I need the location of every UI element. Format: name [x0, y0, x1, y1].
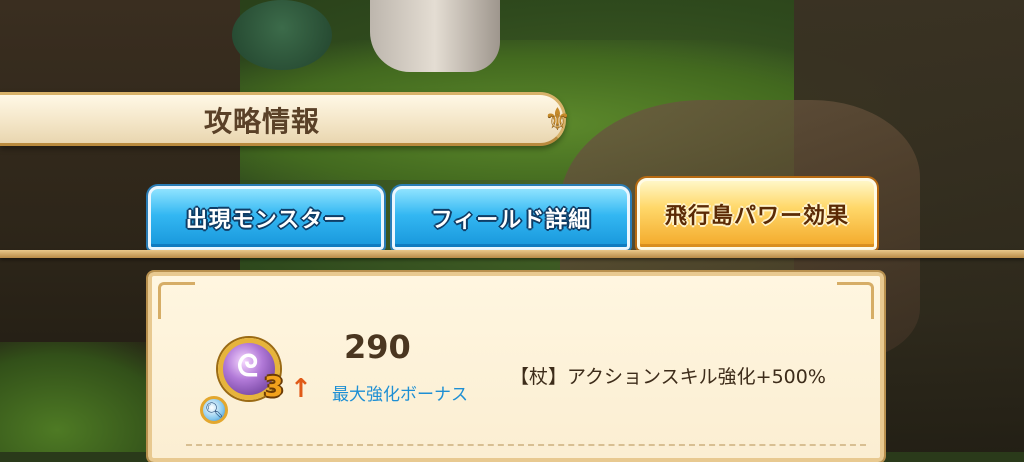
- tab-divider: [0, 250, 1024, 258]
- power-value: 290: [344, 328, 411, 366]
- tower-decoration: [370, 0, 500, 72]
- max-bonus-label: 最大強化ボーナス: [332, 385, 468, 405]
- fleur-ornament-icon: ⚜: [544, 102, 571, 137]
- tab-field-details[interactable]: フィールド詳細: [392, 186, 630, 250]
- staff-emblem[interactable]: ᘓ 3 ↑ 🔍︎: [196, 334, 316, 434]
- tab-monsters[interactable]: 出現モンスター: [148, 186, 384, 250]
- page-title: 攻略情報: [204, 105, 321, 138]
- level-up-arrow-icon: ↑: [290, 374, 312, 404]
- tab-island-power[interactable]: 飛行島パワー効果: [637, 178, 877, 250]
- tree-decoration: [232, 0, 332, 70]
- title-banner: 攻略情報 ⚜: [0, 88, 600, 150]
- emblem-level: 3: [264, 370, 284, 403]
- effect-text: 【杖】アクションスキル強化+500%: [510, 366, 826, 388]
- magnify-icon[interactable]: 🔍︎: [200, 396, 228, 424]
